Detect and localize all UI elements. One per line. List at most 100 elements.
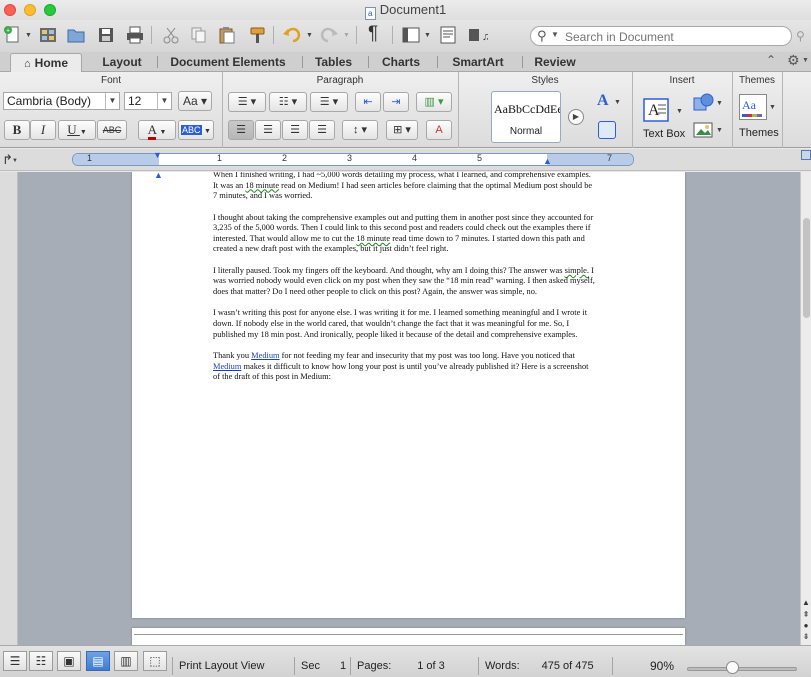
browse-object-icon[interactable]: ●	[801, 621, 811, 631]
justify-button[interactable]: ☰	[309, 120, 335, 140]
font-color-button[interactable]: A ▼	[138, 120, 176, 140]
focus-view-button[interactable]: ⬚	[143, 651, 167, 671]
open-folder-icon[interactable]	[65, 24, 87, 46]
shading-button[interactable]: A	[426, 120, 452, 140]
bold-button[interactable]: B	[4, 120, 30, 140]
sidebar-icon[interactable]	[400, 24, 422, 46]
themes-dropdown-icon[interactable]: ▼	[769, 104, 776, 111]
templates-icon[interactable]	[37, 24, 59, 46]
align-left-button[interactable]: ☰	[228, 120, 254, 140]
tab-review[interactable]: Review	[526, 53, 584, 72]
new-document-icon[interactable]: +	[2, 24, 24, 46]
hyperlink-medium[interactable]: Medium	[213, 362, 241, 371]
tab-charts[interactable]: Charts	[372, 53, 430, 72]
redo-icon[interactable]	[318, 24, 340, 46]
italic-button[interactable]: I	[30, 120, 56, 140]
tab-layout[interactable]: Layout	[90, 53, 154, 72]
zoom-slider-thumb[interactable]	[726, 661, 739, 674]
grammar-flagged-text[interactable]: 18 minute	[245, 181, 279, 190]
underline-button[interactable]: U ▼	[58, 120, 96, 140]
numbering-button[interactable]: ☷ ▾	[269, 92, 307, 112]
document-paragraph[interactable]: I literally paused. Took my fingers off …	[213, 266, 596, 298]
styles-pane-icon[interactable]	[598, 121, 616, 139]
scroll-up-icon[interactable]: ▲	[801, 598, 811, 608]
tab-home[interactable]: ⌂ Home	[10, 53, 82, 72]
horizontal-ruler[interactable]: 1 1 2 3 4 5 7 ▼ ▲	[72, 150, 634, 166]
decrease-indent-button[interactable]: ⇤	[355, 92, 381, 112]
right-indent-marker[interactable]: ▲	[543, 156, 552, 166]
document-paragraph[interactable]: I thought about taking the comprehensive…	[213, 213, 596, 255]
vertical-scrollbar[interactable]	[800, 172, 811, 645]
draft-view-button[interactable]: ☰	[3, 651, 27, 671]
notebook-view-button[interactable]: ▥	[114, 651, 138, 671]
outline-view-button[interactable]: ☷	[29, 651, 53, 671]
new-dropdown-icon[interactable]: ▼	[25, 32, 32, 39]
document-paragraph[interactable]: Thank you Medium for not feeding my fear…	[213, 351, 596, 383]
previous-page-icon[interactable]: ⇞	[801, 610, 811, 620]
text-effects-icon[interactable]: A	[597, 92, 609, 110]
picture-dropdown-icon[interactable]: ▼	[716, 127, 723, 134]
copy-icon[interactable]	[188, 24, 210, 46]
paste-icon[interactable]	[216, 24, 238, 46]
search-input[interactable]	[565, 29, 785, 44]
word-count[interactable]: Words: 475 of 475	[478, 657, 612, 675]
save-icon[interactable]	[95, 24, 117, 46]
font-size-select[interactable]: 12 ▼	[124, 92, 172, 110]
next-page-icon[interactable]: ⇟	[801, 632, 811, 642]
ruler-toggle-icon[interactable]	[801, 150, 811, 160]
grammar-flagged-text[interactable]: 18 minute	[356, 234, 390, 243]
highlight-dropdown-icon[interactable]: ▼	[204, 128, 211, 135]
print-icon[interactable]	[124, 24, 146, 46]
undo-dropdown-icon[interactable]: ▼	[306, 32, 313, 39]
document-paragraph[interactable]: I wasn’t writing this post for anyone el…	[213, 308, 596, 340]
themes-label[interactable]: Themes	[739, 127, 779, 139]
text-box-dropdown-icon[interactable]: ▼	[676, 108, 683, 115]
bullets-button[interactable]: ☰ ▾	[228, 92, 266, 112]
gear-icon[interactable]: ⚙	[787, 52, 800, 69]
styles-next-button[interactable]: ▶	[568, 109, 584, 125]
shapes-icon[interactable]	[692, 92, 716, 112]
show-formatting-icon[interactable]: ¶	[368, 23, 378, 45]
left-indent-marker[interactable]: ▲	[154, 172, 163, 180]
print-layout-view-button[interactable]: ▤	[86, 651, 110, 671]
hyperlink-medium[interactable]: Medium	[251, 351, 279, 360]
increase-indent-button[interactable]: ⇥	[383, 92, 409, 112]
strikethrough-button[interactable]: ABC	[97, 120, 127, 140]
collapse-ribbon-icon[interactable]: ⌃	[766, 53, 776, 67]
document-paragraph[interactable]: When I finished writing, I had ~5,000 wo…	[213, 172, 596, 202]
text-box-label[interactable]: Text Box	[643, 128, 685, 140]
highlight-button[interactable]: ABC ▼	[178, 120, 214, 140]
zoom-slider-track[interactable]	[687, 667, 797, 671]
text-effects-dropdown-icon[interactable]: ▼	[614, 99, 621, 106]
underline-dropdown-icon[interactable]: ▼	[80, 123, 87, 141]
cut-icon[interactable]	[160, 24, 182, 46]
tab-document-elements[interactable]: Document Elements	[160, 53, 296, 72]
toolbox-icon[interactable]	[437, 24, 459, 46]
gear-dropdown-icon[interactable]: ▼	[802, 57, 809, 64]
search-box[interactable]: ⚲ ▼	[530, 26, 792, 46]
style-normal-tile[interactable]: AaBbCcDdEe Normal	[491, 91, 561, 143]
align-center-button[interactable]: ☰	[255, 120, 281, 140]
format-painter-icon[interactable]	[246, 24, 268, 46]
multilevel-list-button[interactable]: ☰ ▾	[310, 92, 348, 112]
picture-icon[interactable]	[692, 120, 716, 140]
text-box-icon[interactable]: A	[642, 96, 672, 124]
media-browser-icon[interactable]: ♫	[466, 24, 488, 46]
change-case-button[interactable]: Aa ▾	[178, 91, 212, 111]
sidebar-dropdown-icon[interactable]: ▼	[424, 32, 431, 39]
redo-dropdown-icon[interactable]: ▼	[343, 32, 350, 39]
line-spacing-button[interactable]: ↕ ▾	[342, 120, 378, 140]
tab-tables[interactable]: Tables	[305, 53, 362, 72]
borders-button[interactable]: ⊞ ▾	[386, 120, 418, 140]
search-options-icon[interactable]: ▼	[551, 30, 559, 39]
grammar-flagged-text[interactable]: simple.	[565, 266, 589, 275]
tab-stop-dropdown-icon[interactable]: ▼	[12, 158, 18, 164]
columns-button[interactable]: ▥ ▾	[416, 92, 452, 112]
publishing-view-button[interactable]: ▣	[57, 651, 81, 671]
font-color-dropdown-icon[interactable]: ▼	[159, 128, 166, 136]
document-body[interactable]: When I finished writing, I had ~5,000 wo…	[213, 172, 596, 393]
font-family-select[interactable]: Cambria (Body) ▼	[3, 92, 120, 110]
align-right-button[interactable]: ☰	[282, 120, 308, 140]
first-line-indent-marker[interactable]: ▼	[153, 150, 162, 160]
undo-icon[interactable]	[281, 24, 303, 46]
